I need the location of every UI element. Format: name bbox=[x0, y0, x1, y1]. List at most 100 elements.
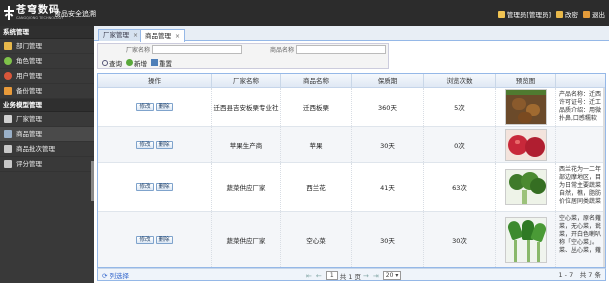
sidebar-item-label: 商品管理 bbox=[16, 129, 42, 138]
column-chooser-link[interactable]: ⟳ 列选择 bbox=[102, 269, 129, 282]
tab-label: 厂家管理 bbox=[103, 31, 129, 39]
edit-button[interactable]: 修改 bbox=[136, 140, 154, 149]
sidebar-item-users[interactable]: 用户管理 bbox=[0, 69, 94, 84]
sidebar-item-roles[interactable]: 角色管理 bbox=[0, 54, 94, 69]
views-cell: 63次 bbox=[424, 163, 496, 211]
description-cell bbox=[556, 127, 605, 162]
change-password-label: 改密 bbox=[565, 11, 578, 19]
table-row[interactable]: 修改 删除 蔬菜供应厂家 空心菜 30天 30次 空心菜，原名蕹 菜，无心菜，瓮 bbox=[98, 212, 605, 267]
close-icon[interactable]: × bbox=[175, 31, 180, 42]
sidebar-item-label: 部门管理 bbox=[16, 41, 42, 50]
delete-button[interactable]: 删除 bbox=[155, 140, 173, 149]
chestnut-image[interactable] bbox=[504, 89, 547, 125]
sidebar-item-label: 角色管理 bbox=[16, 56, 42, 65]
page-number-input[interactable]: 1 bbox=[325, 271, 338, 280]
page-size-select[interactable]: 20 ▾ bbox=[382, 271, 402, 280]
prev-page-icon[interactable]: ← bbox=[316, 272, 322, 280]
column-header[interactable]: 操作 bbox=[98, 74, 212, 88]
tab-bar: 厂家管理 × 商品管理 × bbox=[94, 26, 609, 42]
edit-button[interactable]: 修改 bbox=[136, 183, 154, 191]
description-cell: 西兰花为一二年 部边摩地区，目 为日常主要蔬菜 自然，樵，脂肪 价位居同类蔬菜 bbox=[559, 166, 602, 205]
add-button-label: 新增 bbox=[134, 59, 147, 68]
app-header: 苍穹数码 CANGQIONG TECHNOLOGY 食品安全追溯 管理员[管理员… bbox=[0, 0, 609, 26]
sidebar-item-makers[interactable]: 厂家管理 bbox=[0, 112, 94, 127]
column-header[interactable]: 浏览次数 bbox=[424, 74, 496, 88]
shelf-life-cell: 30天 bbox=[352, 212, 424, 267]
column-header[interactable]: 预览图 bbox=[496, 74, 556, 88]
sidebar-section-system[interactable]: 系统管理 bbox=[0, 26, 94, 39]
delete-button[interactable]: 删除 bbox=[155, 235, 173, 244]
record-summary: 1 - 7 共 7 条 bbox=[558, 271, 601, 279]
views-cell: 5次 bbox=[424, 88, 496, 126]
close-icon[interactable]: × bbox=[133, 30, 138, 41]
column-header[interactable] bbox=[556, 74, 605, 88]
user-icon bbox=[497, 10, 505, 18]
add-button[interactable]: 新增 bbox=[126, 58, 147, 68]
views-cell: 0次 bbox=[424, 127, 496, 162]
role-icon bbox=[4, 57, 12, 65]
folder-icon bbox=[4, 42, 12, 50]
sidebar-item-ratings[interactable]: 评分管理 bbox=[0, 157, 94, 172]
rating-icon bbox=[4, 160, 12, 168]
goods-cell: 空心菜 bbox=[281, 212, 352, 267]
reset-button-label: 重置 bbox=[159, 59, 172, 68]
search-icon bbox=[102, 59, 108, 66]
description-cell: 产品名称：迁西 许可证号：迁工 品质介绍：用微 扑鼻,口感糯软 bbox=[559, 91, 602, 122]
query-button-label: 查询 bbox=[109, 59, 122, 68]
table-scrollbar[interactable] bbox=[603, 88, 605, 267]
goods-name-label: 商品名称 bbox=[269, 47, 294, 54]
reset-icon bbox=[151, 59, 158, 66]
column-chooser-label: 列选择 bbox=[109, 271, 129, 280]
change-password-link[interactable]: 改密 bbox=[556, 9, 578, 19]
goods-cell: 迁西板栗 bbox=[281, 88, 352, 126]
column-header[interactable]: 保质期 bbox=[352, 74, 424, 88]
sidebar-item-batches[interactable]: 商品批次管理 bbox=[0, 142, 94, 157]
logo-mark-icon bbox=[4, 6, 14, 20]
batch-icon bbox=[4, 145, 12, 153]
backup-icon bbox=[4, 87, 12, 95]
pagination-bar: ⟳ 列选择 ⇤ ← 1 共 1 页 → ⇥ 20 ▾ 1 - 7 共 7 条 bbox=[97, 268, 606, 281]
edit-button[interactable]: 修改 bbox=[136, 235, 154, 244]
maker-name-input[interactable] bbox=[152, 45, 242, 54]
water-spinach-image[interactable] bbox=[504, 216, 547, 263]
broccoli-image[interactable] bbox=[504, 169, 547, 205]
apple-image[interactable] bbox=[504, 128, 547, 161]
shelf-life-cell: 360天 bbox=[352, 88, 424, 126]
last-page-icon[interactable]: ⇥ bbox=[373, 272, 379, 280]
sidebar-item-label: 评分管理 bbox=[16, 159, 42, 168]
tab-makers[interactable]: 厂家管理 × bbox=[98, 29, 144, 41]
delete-button[interactable]: 删除 bbox=[155, 183, 173, 191]
maker-cell: 迁西县吉安板栗专业社 bbox=[212, 88, 281, 126]
maker-cell: 蔬菜供应厂家 bbox=[212, 212, 281, 267]
sidebar-item-label: 用户管理 bbox=[16, 71, 42, 80]
search-form: 厂家名称 商品名称 查询 新增 重置 bbox=[97, 43, 389, 69]
column-header[interactable]: 商品名称 bbox=[281, 74, 352, 88]
query-button[interactable]: 查询 bbox=[102, 58, 122, 68]
column-header[interactable]: 厂家名称 bbox=[212, 74, 281, 88]
table-row[interactable]: 修改 删除 苹果生产商 苹果 30天 0次 bbox=[98, 127, 605, 163]
goods-cell: 西兰花 bbox=[281, 163, 352, 211]
user-icon bbox=[4, 72, 12, 80]
logout-label: 退出 bbox=[592, 11, 605, 19]
logout-link[interactable]: 退出 bbox=[583, 9, 605, 19]
goods-icon bbox=[4, 130, 12, 138]
sidebar-section-business[interactable]: 业务模型管理 bbox=[0, 99, 94, 112]
sidebar: 系统管理 部门管理 角色管理 用户管理 备份管理 业务模型管理 厂家管理 商品管… bbox=[0, 26, 94, 283]
first-page-icon[interactable]: ⇤ bbox=[306, 272, 312, 280]
reset-button[interactable]: 重置 bbox=[151, 58, 172, 68]
next-page-icon[interactable]: → bbox=[363, 272, 369, 280]
sidebar-item-label: 厂家管理 bbox=[16, 114, 42, 123]
total-pages: 共 1 页 bbox=[339, 272, 362, 281]
views-cell: 30次 bbox=[424, 212, 496, 267]
goods-name-input[interactable] bbox=[296, 45, 386, 54]
sidebar-item-label: 备份管理 bbox=[16, 86, 42, 95]
sidebar-item-goods[interactable]: 商品管理 bbox=[0, 127, 94, 142]
sidebar-item-departments[interactable]: 部门管理 bbox=[0, 39, 94, 54]
table-row[interactable]: 修改 删除 迁西县吉安板栗专业社 迁西板栗 360天 5次 产品名称：迁西 许可… bbox=[98, 88, 605, 127]
delete-button[interactable]: 删除 bbox=[155, 103, 173, 111]
tab-label: 商品管理 bbox=[145, 31, 171, 40]
edit-button[interactable]: 修改 bbox=[136, 103, 154, 111]
sidebar-item-backup[interactable]: 备份管理 bbox=[0, 84, 94, 99]
tab-goods[interactable]: 商品管理 × bbox=[140, 29, 186, 42]
table-row[interactable]: 修改 删除 蔬菜供应厂家 西兰花 41天 63次 西兰花为一二年 部边摩地区，目… bbox=[98, 163, 605, 212]
